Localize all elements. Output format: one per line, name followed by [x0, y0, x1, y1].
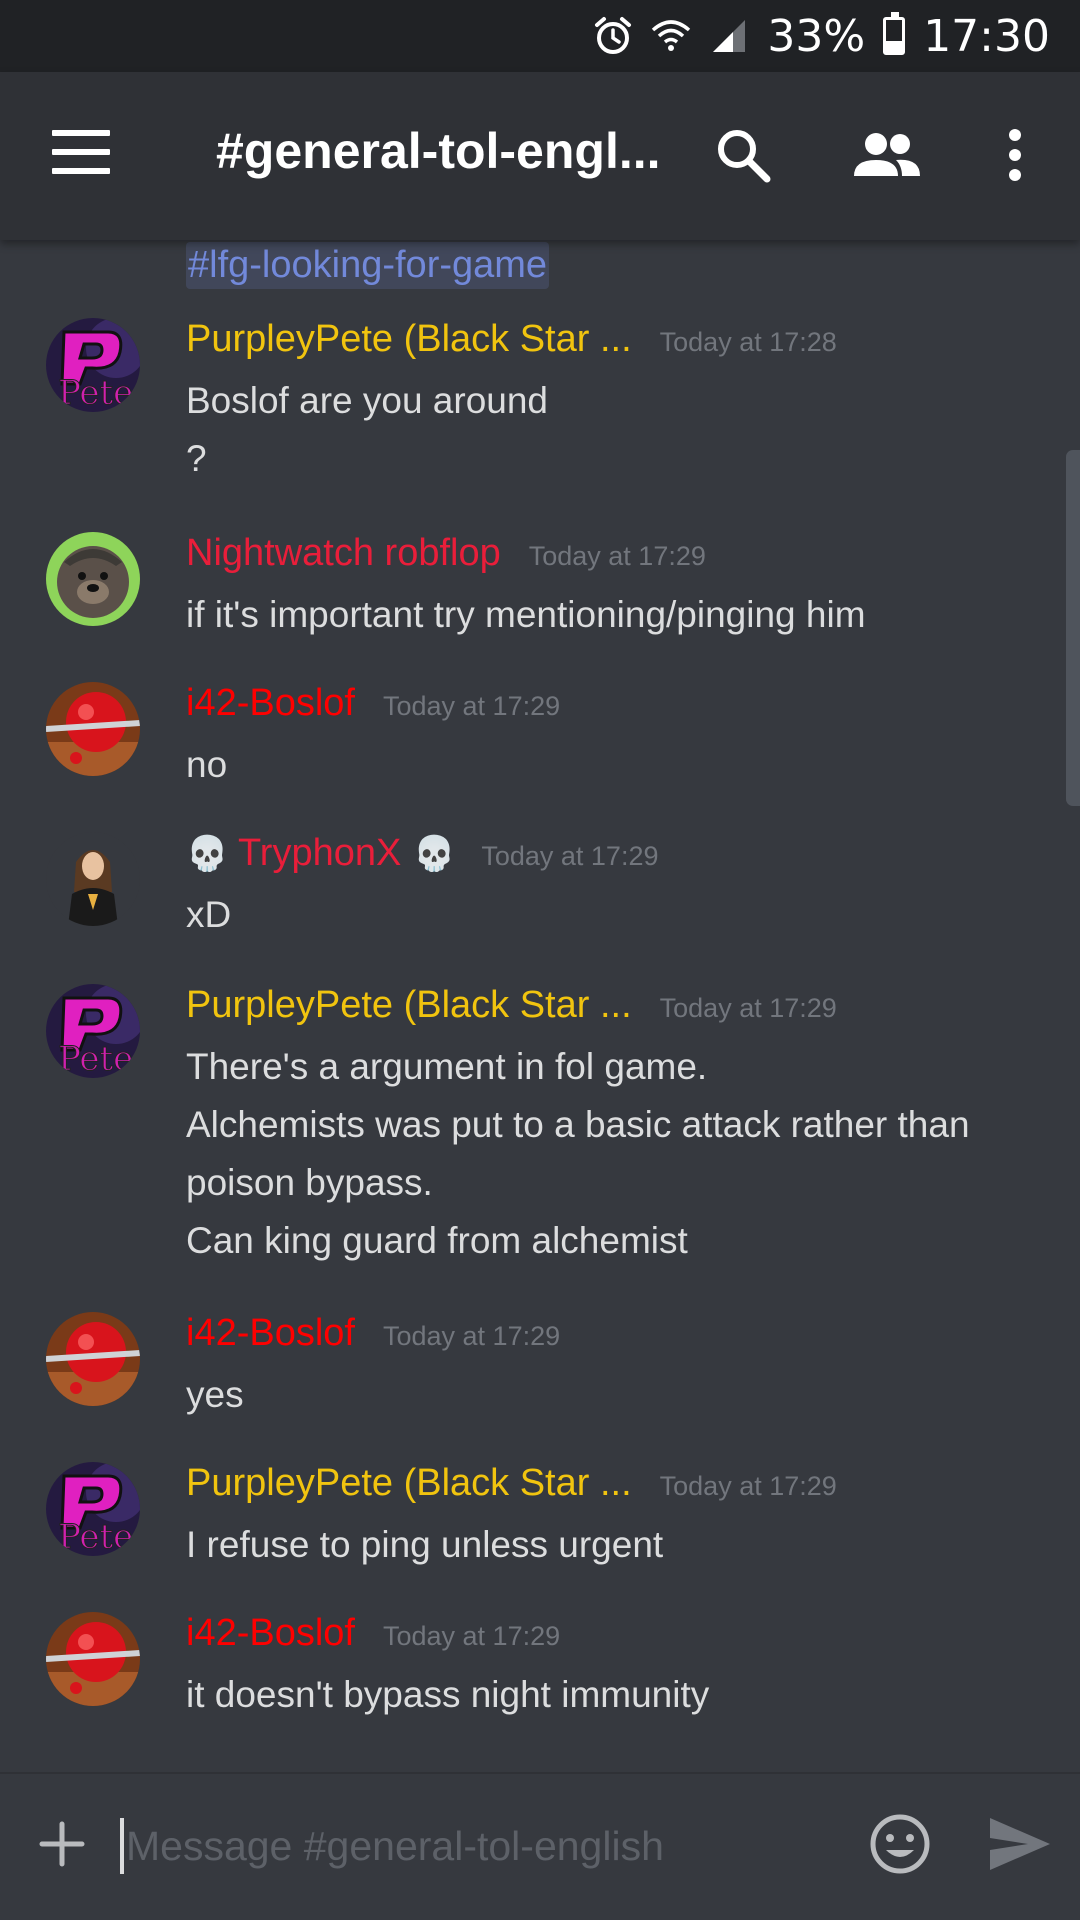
avatar[interactable]	[46, 532, 140, 626]
message-text: if it's important try mentioning/pinging…	[186, 594, 866, 635]
username[interactable]: Nightwatch robflop	[186, 532, 501, 575]
battery-icon	[883, 12, 906, 55]
emoji-icon[interactable]	[868, 1812, 932, 1876]
message-header: PurpleyPete (Black Star ... Today at 17:2…	[186, 984, 837, 1027]
svg-text:Pete: Pete	[58, 1039, 133, 1078]
svg-text:Pete: Pete	[58, 373, 133, 412]
avatar[interactable]	[46, 682, 140, 776]
timestamp: Today at 17:29	[481, 841, 659, 871]
avatar[interactable]	[46, 1612, 140, 1706]
message-header: i42-Boslof Today at 17:29	[186, 1612, 560, 1655]
alarm-icon	[593, 16, 633, 56]
timestamp: Today at 17:29	[528, 541, 706, 571]
message-input[interactable]	[126, 1806, 826, 1886]
message-text: it doesn't bypass night immunity	[186, 1674, 710, 1715]
text-caret	[120, 1818, 124, 1874]
timestamp: Today at 17:29	[382, 691, 561, 721]
timestamp: Today at 17:29	[659, 993, 837, 1023]
avatar[interactable]: Pete	[46, 318, 140, 412]
message-text: xD	[186, 894, 232, 935]
channel-title[interactable]: #general-tol-engl...	[216, 122, 666, 180]
message-text: I refuse to ping unless urgent	[186, 1524, 664, 1565]
message-header: i42-Boslof Today at 17:29	[186, 1312, 560, 1355]
menu-icon[interactable]	[52, 130, 112, 174]
avatar[interactable]: Pete	[46, 984, 140, 1078]
message-text: poison bypass.	[186, 1162, 433, 1203]
message-composer	[0, 1772, 1080, 1920]
message-text: ?	[186, 438, 207, 479]
message-text: no	[186, 744, 228, 785]
message-header: 💀 TryphonX 💀 Today at 17:29	[186, 832, 658, 875]
message-text: Alchemists was put to a basic attack rat…	[186, 1104, 970, 1145]
message-text: Boslof are you around	[186, 380, 549, 421]
message-header: i42-Boslof Today at 17:29	[186, 682, 560, 725]
message-text: Can king guard from alchemist	[186, 1220, 688, 1261]
search-icon[interactable]	[708, 120, 778, 190]
members-icon[interactable]	[852, 120, 922, 190]
battery-percent: 33%	[767, 10, 866, 62]
send-icon[interactable]	[988, 1814, 1052, 1874]
username[interactable]: PurpleyPete (Black Star ...	[186, 984, 632, 1027]
message-text: yes	[186, 1374, 244, 1415]
username[interactable]: TryphonX	[238, 832, 401, 875]
status-bar: 33% 17:30	[0, 0, 1080, 72]
battery-level	[886, 41, 903, 52]
timestamp: Today at 17:29	[659, 1471, 837, 1501]
avatar[interactable]: Pete	[46, 1462, 140, 1556]
avatar[interactable]	[46, 832, 140, 926]
wifi-icon	[651, 16, 691, 56]
message-text: There's a argument in fol game.	[186, 1046, 708, 1087]
message-header: Nightwatch robflop Today at 17:29	[186, 532, 706, 575]
scrollbar-thumb[interactable]	[1066, 450, 1080, 806]
timestamp: Today at 17:29	[382, 1621, 561, 1651]
channel-mention-link[interactable]: #lfg-looking-for-game	[186, 242, 550, 289]
username[interactable]: i42-Boslof	[186, 1612, 355, 1655]
skull-icon: 💀	[413, 835, 456, 873]
message-header: PurpleyPete (Black Star ... Today at 17:2…	[186, 318, 837, 361]
skull-icon: 💀	[186, 835, 229, 873]
battery-body	[883, 12, 906, 55]
username[interactable]: i42-Boslof	[186, 682, 355, 725]
timestamp: Today at 17:29	[382, 1321, 561, 1351]
more-vertical-icon[interactable]	[980, 120, 1050, 190]
message-header: PurpleyPete (Black Star ... Today at 17:2…	[186, 1462, 837, 1505]
status-time: 17:30	[923, 10, 1050, 62]
timestamp: Today at 17:28	[659, 327, 837, 357]
username[interactable]: PurpleyPete (Black Star ...	[186, 318, 632, 361]
svg-text:Pete: Pete	[58, 1517, 133, 1556]
avatar[interactable]	[46, 1312, 140, 1406]
signal-icon	[709, 16, 749, 56]
app-bar: #general-tol-engl...	[0, 72, 1080, 240]
plus-icon[interactable]	[34, 1816, 90, 1872]
username[interactable]: PurpleyPete (Black Star ...	[186, 1462, 632, 1505]
username[interactable]: i42-Boslof	[186, 1312, 355, 1355]
